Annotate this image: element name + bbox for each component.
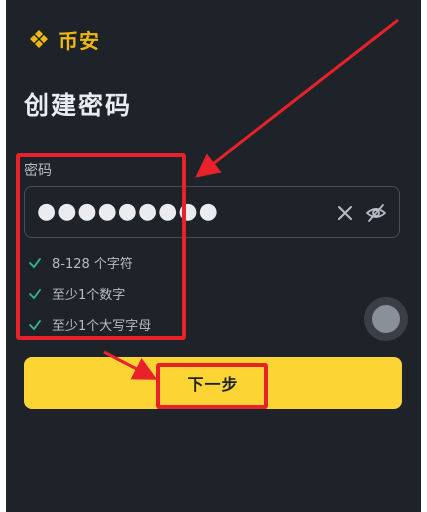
check-icon <box>29 257 41 268</box>
check-icon <box>29 319 41 330</box>
password-label: 密码 <box>24 163 52 179</box>
floating-assist-icon <box>372 305 400 333</box>
password-value: ●●●●●●●●● <box>37 199 219 224</box>
rule-text: 8-128 个字符 <box>52 257 133 272</box>
page-title: 创建密码 <box>24 91 133 120</box>
brand-name: 币安 <box>58 28 100 53</box>
rule-text: 至少1个数字 <box>52 288 126 303</box>
floating-assist-button[interactable] <box>364 297 408 341</box>
password-rules: 8-128 个字符 至少1个数字 至少1个大写字母 <box>28 247 151 340</box>
brand-logo: 币安 <box>26 26 100 53</box>
rule-uppercase: 至少1个大写字母 <box>28 309 151 340</box>
binance-logo-icon <box>30 30 48 48</box>
password-input[interactable]: ●●●●●●●●● <box>24 186 400 238</box>
next-button[interactable]: 下一步 <box>24 357 402 409</box>
rule-number: 至少1个数字 <box>28 278 151 309</box>
rule-text: 至少1个大写字母 <box>52 319 152 334</box>
app-screen: 币安 创建密码 密码 ●●●●●●●●● 8-128 个字符 至少1个数字 至少… <box>6 0 421 512</box>
eye-off-icon[interactable] <box>365 202 387 224</box>
rule-length: 8-128 个字符 <box>28 247 151 278</box>
clear-icon[interactable] <box>335 203 355 223</box>
check-icon <box>29 288 41 299</box>
